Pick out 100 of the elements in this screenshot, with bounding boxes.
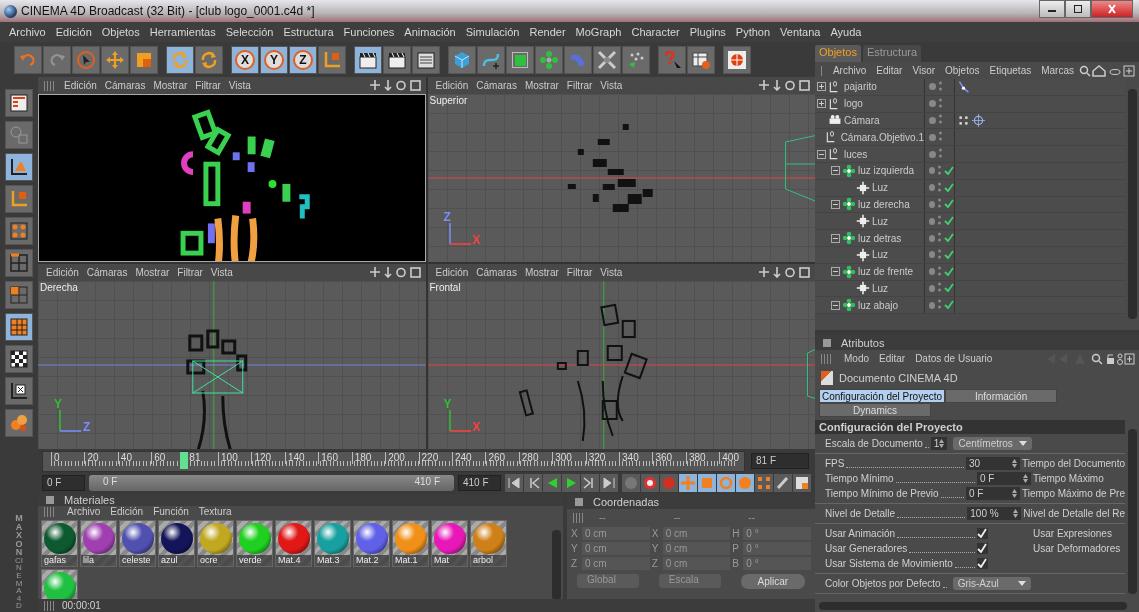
menu-item[interactable]: Archivo — [4, 26, 51, 38]
material-swatch[interactable]: Mat.3 — [314, 520, 351, 567]
toolbar-icons[interactable] — [1079, 64, 1135, 77]
navigation-icons[interactable] — [369, 80, 422, 91]
menu-item[interactable]: Datos de Usuario — [910, 353, 998, 364]
viewport[interactable]: Edición Cámaras Mostrar Filtrar Vista Superior Z X — [427, 77, 815, 262]
menu-item[interactable]: Edición — [50, 26, 97, 38]
enabled-check-icon[interactable] — [944, 182, 954, 193]
tool-button[interactable] — [383, 45, 411, 74]
tree-row[interactable]: Luz — [815, 213, 1125, 231]
menu-item[interactable]: Animación — [399, 26, 461, 38]
axis-lock-button[interactable]: Z — [289, 45, 317, 74]
mode-button[interactable] — [5, 345, 33, 373]
menu-item[interactable]: Editar — [874, 353, 911, 364]
playback-button[interactable] — [543, 474, 561, 492]
tab[interactable]: Información — [945, 389, 1058, 403]
menu-item[interactable]: MoGraph — [570, 26, 627, 38]
menu-item[interactable]: Filtrar — [564, 267, 599, 278]
visibility-dot[interactable] — [929, 217, 935, 225]
menu-item[interactable]: Python — [730, 26, 776, 38]
menu-item[interactable]: Marcas — [1036, 65, 1079, 76]
menu-item[interactable]: Visor — [907, 65, 941, 76]
tree-row[interactable]: luz abajo — [815, 297, 1125, 315]
visibility-dot[interactable] — [929, 184, 935, 192]
material-swatch[interactable]: Mat.4 — [275, 520, 312, 567]
menu-item[interactable]: Ventana — [775, 26, 826, 38]
playback-button[interactable] — [562, 474, 580, 492]
key-button[interactable] — [793, 474, 811, 492]
menu-item[interactable]: Estructura — [278, 26, 339, 38]
material-swatch[interactable]: ocre — [197, 520, 234, 567]
tree-row[interactable]: luz detras — [815, 230, 1125, 247]
menu-item[interactable]: Etiquetas — [984, 65, 1037, 76]
playback-button[interactable] — [581, 474, 599, 492]
menu-item[interactable]: Edición — [433, 80, 475, 91]
scrollbar[interactable] — [819, 602, 1127, 610]
menu-item[interactable]: Filtrar — [193, 80, 227, 91]
dropdown[interactable]: Gris-Azul — [952, 577, 1031, 590]
menu-item[interactable]: Cámaras — [102, 80, 152, 91]
tab[interactable]: Configuración del Proyecto — [819, 389, 946, 403]
visibility-dot[interactable] — [929, 284, 935, 292]
key-button[interactable] — [641, 474, 659, 492]
visibility-dot[interactable] — [929, 301, 935, 309]
material-swatch[interactable]: Mat.1 — [392, 520, 429, 567]
axis-lock-button[interactable]: X — [231, 45, 259, 74]
enabled-check-icon[interactable] — [944, 216, 954, 227]
menu-item[interactable]: Cámaras — [474, 80, 523, 91]
visibility-dot[interactable] — [929, 117, 936, 124]
navigation-icons[interactable] — [369, 267, 422, 278]
menu-item[interactable]: Función — [148, 506, 194, 517]
toolbar-icons[interactable] — [1045, 352, 1135, 365]
material-swatch[interactable]: Mat.2 — [353, 520, 390, 567]
menu-item[interactable]: Modo — [839, 353, 874, 364]
menu-item[interactable]: Plugins — [684, 26, 731, 38]
tab[interactable]: Estructura — [862, 45, 922, 62]
visibility-dot[interactable] — [929, 268, 935, 276]
menu-item[interactable]: Vista — [598, 267, 629, 278]
panel-icon[interactable] — [823, 338, 831, 347]
collapse-icon[interactable] — [831, 166, 840, 176]
menu-item[interactable]: Cámaras — [474, 267, 523, 278]
menu-item[interactable]: Edición — [105, 506, 149, 517]
material-swatch[interactable]: arbol — [470, 520, 507, 567]
playback-button[interactable] — [600, 474, 618, 492]
number-field[interactable]: 0 F — [977, 472, 1031, 485]
checkbox[interactable] — [977, 543, 988, 554]
visibility-dot[interactable] — [929, 251, 935, 259]
menu-item[interactable]: Render — [524, 26, 571, 38]
enabled-check-icon[interactable] — [944, 233, 954, 244]
playback-button[interactable] — [505, 474, 523, 492]
close-button[interactable] — [1091, 0, 1133, 18]
enabled-check-icon[interactable] — [944, 249, 954, 260]
mode-button[interactable] — [5, 377, 33, 405]
scrollbar[interactable] — [1128, 429, 1137, 594]
menu-item[interactable]: Vista — [598, 80, 629, 91]
panel-icon[interactable] — [575, 497, 583, 506]
menu-item[interactable]: Filtrar — [175, 267, 209, 278]
menu-item[interactable]: Simulación — [460, 26, 525, 38]
number-field[interactable]: 0 F — [966, 487, 1020, 500]
collapse-icon[interactable] — [831, 267, 840, 277]
scrollbar[interactable] — [1128, 89, 1137, 319]
tree-row[interactable]: pajarito — [815, 79, 1125, 96]
minimize-button[interactable] — [1039, 0, 1065, 18]
mode-button[interactable] — [5, 153, 33, 181]
viewport[interactable]: Edición Cámaras Mostrar Filtrar Vista Derecha Y Z — [38, 264, 426, 449]
enabled-check-icon[interactable] — [944, 283, 954, 294]
number-field[interactable]: 100 % — [967, 507, 1022, 520]
visibility-dot[interactable] — [929, 133, 936, 141]
tool-button[interactable] — [506, 45, 534, 74]
menu-item[interactable]: Edición — [433, 267, 475, 278]
menu-item[interactable]: Textura — [193, 506, 237, 517]
end-frame-field[interactable]: 410 F — [458, 475, 501, 491]
key-button[interactable] — [774, 474, 792, 492]
visibility-dot[interactable] — [929, 167, 935, 175]
checkbox[interactable] — [977, 558, 988, 569]
expand-icon[interactable] — [817, 99, 826, 109]
tool-button[interactable] — [354, 45, 382, 74]
viewport[interactable]: Edición Cámaras Mostrar Filtrar Vista Frontal Y X — [427, 264, 815, 449]
menu-item[interactable]: Archivo — [827, 65, 872, 76]
menu-item[interactable]: Edición — [44, 267, 85, 278]
unit-dropdown[interactable]: Centímetros — [953, 437, 1032, 450]
menu-item[interactable]: Selección — [220, 26, 279, 38]
